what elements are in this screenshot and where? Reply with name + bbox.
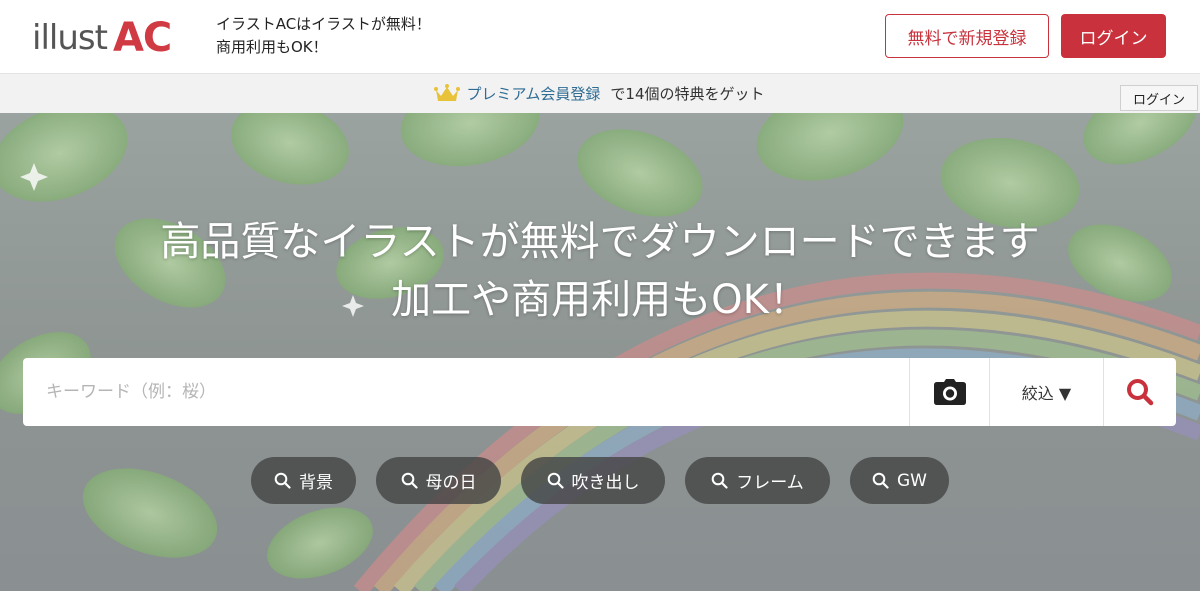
image-search-button[interactable] [909,358,989,426]
site-header: illust AC イラストACはイラストが無料！ 商用利用もOK！ 無料で新規… [0,0,1200,73]
tag-label: 吹き出し [571,473,640,493]
popular-tags: 背景 母の日 吹き出し フレーム GW [0,457,1200,504]
search-icon [711,472,728,489]
header-tagline: イラストACはイラストが無料！ 商用利用もOK！ [216,13,431,59]
tag-label: GW [897,470,927,491]
tagline-line-2: 商用利用もOK！ [216,38,328,56]
hero-section: 高品質なイラストが無料でダウンロードできます 加工や商用利用もOK！ 絞込 ▼ … [0,113,1200,591]
tag-label: フレーム [736,473,804,493]
search-icon [274,472,291,489]
tag-chip[interactable]: 背景 [251,457,356,504]
premium-benefit-text: で14個の特典をゲット [610,85,765,103]
site-logo[interactable]: illust AC [32,12,172,61]
hero-title-line-1: 高品質なイラストが無料でダウンロードできます [160,219,1040,265]
camera-icon [933,379,966,405]
tag-label: 背景 [299,473,333,493]
search-submit-button[interactable] [1103,358,1176,426]
tag-label: 母の日 [425,473,477,493]
hero-title-line-2: 加工や商用利用もOK！ [391,277,809,323]
login-tooltip[interactable]: ログイン [1120,85,1198,111]
search-icon [872,472,889,489]
logo-illust-text: illust [32,18,108,58]
search-bar: 絞込 ▼ [23,358,1176,426]
premium-banner: プレミアム会員登録 で14個の特典をゲット [0,73,1200,113]
premium-signup-link[interactable]: プレミアム会員登録 [466,83,600,104]
hero-background-image [0,113,1200,591]
crown-icon [434,83,461,101]
login-button[interactable]: ログイン [1061,14,1166,58]
tag-chip[interactable]: 吹き出し [521,457,665,504]
search-input[interactable] [23,358,909,426]
tagline-line-1: イラストACはイラストが無料！ [216,15,431,33]
tag-chip[interactable]: 母の日 [376,457,501,504]
search-icon [547,472,564,489]
search-icon [1127,379,1154,406]
search-icon [401,472,418,489]
filter-dropdown[interactable]: 絞込 ▼ [989,358,1103,426]
hero-title: 高品質なイラストが無料でダウンロードできます 加工や商用利用もOK！ [0,213,1200,329]
tag-chip[interactable]: フレーム [685,457,830,504]
free-register-button[interactable]: 無料で新規登録 [885,14,1049,58]
tag-chip[interactable]: GW [850,457,949,504]
logo-ac-text: AC [112,15,172,61]
